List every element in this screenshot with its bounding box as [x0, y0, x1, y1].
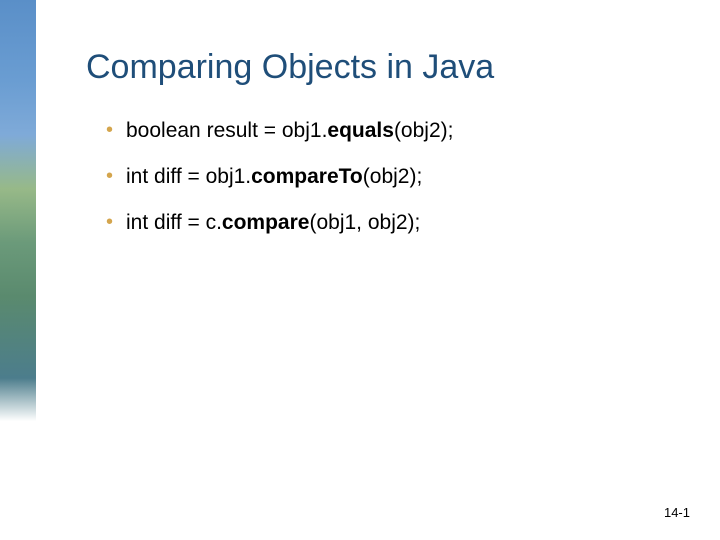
bullet-post: (obj2); — [363, 165, 423, 188]
list-item: boolean result = obj1.equals(obj2); — [106, 119, 670, 143]
bullet-post: (obj1, obj2); — [309, 211, 420, 234]
decorative-sidebar — [0, 0, 36, 540]
slide-title: Comparing Objects in Java — [86, 48, 670, 87]
list-item: int diff = obj1.compareTo(obj2); — [106, 165, 670, 189]
page-number: 14-1 — [664, 505, 690, 520]
list-item: int diff = c.compare(obj1, obj2); — [106, 211, 670, 235]
slide-content: Comparing Objects in Java boolean result… — [36, 0, 720, 540]
bullet-method: equals — [327, 119, 394, 142]
bullet-pre: boolean result = obj1. — [126, 119, 327, 142]
bullet-method: compare — [222, 211, 310, 234]
bullet-post: (obj2); — [394, 119, 454, 142]
bullet-list: boolean result = obj1.equals(obj2); int … — [86, 119, 670, 235]
bullet-pre: int diff = c. — [126, 211, 222, 234]
bullet-pre: int diff = obj1. — [126, 165, 251, 188]
bullet-method: compareTo — [251, 165, 363, 188]
